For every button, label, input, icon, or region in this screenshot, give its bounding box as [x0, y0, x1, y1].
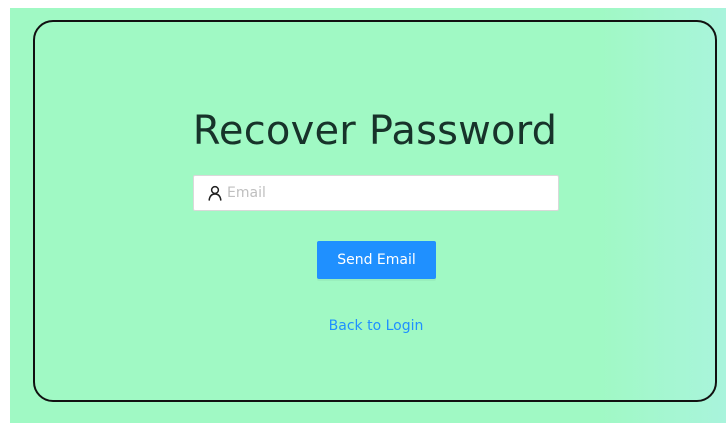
user-icon	[208, 185, 222, 201]
email-field[interactable]	[193, 175, 559, 211]
page-title: Recover Password	[192, 108, 558, 154]
recover-password-card	[33, 20, 717, 402]
send-email-button[interactable]: Send Email	[317, 241, 436, 279]
email-input[interactable]	[227, 185, 547, 201]
back-to-login-link[interactable]: Back to Login	[0, 318, 726, 334]
